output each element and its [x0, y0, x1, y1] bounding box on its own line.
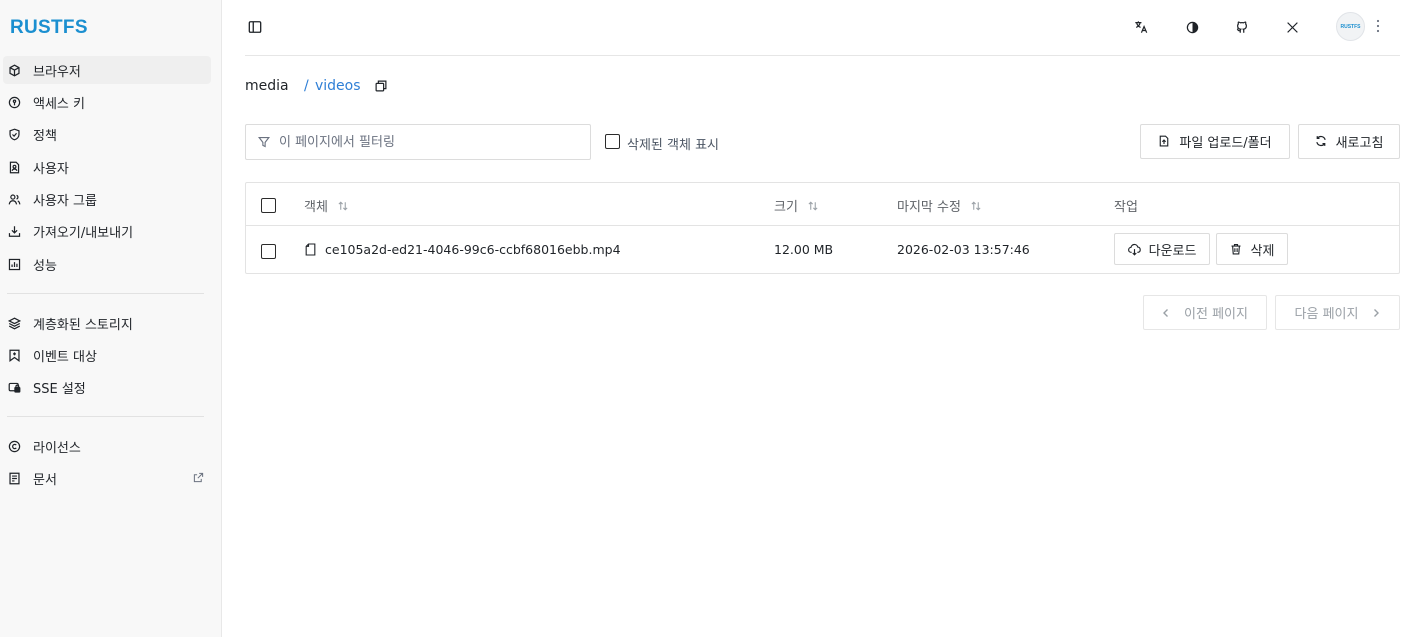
sidebar-item-label: 계층화된 스토리지	[33, 317, 133, 333]
filter-field[interactable]	[245, 124, 591, 160]
sidebar-item-label: 브라우저	[33, 64, 81, 80]
users-icon	[7, 192, 21, 206]
cube-icon	[7, 63, 21, 77]
breadcrumb-root[interactable]: media	[245, 78, 289, 94]
refresh-button[interactable]: 새로고침	[1298, 124, 1400, 159]
key-circle-icon	[7, 95, 21, 109]
download-button[interactable]: 다운로드	[1114, 233, 1210, 265]
row-checkbox[interactable]	[261, 244, 276, 259]
column-header-modified[interactable]: 마지막 수정	[897, 196, 982, 215]
sidebar-item-browser[interactable]: 브라우저	[3, 56, 211, 84]
sidebar-item-users[interactable]: 사용자	[3, 153, 211, 181]
header-divider	[245, 55, 1400, 56]
sort-icon[interactable]	[970, 200, 982, 212]
theme-toggle-icon[interactable]	[1182, 17, 1202, 37]
upload-label: 파일 업로드/폴더	[1179, 136, 1272, 151]
filter-icon	[258, 136, 271, 149]
sidebar-item-label: 문서	[33, 472, 57, 488]
external-link-icon	[193, 472, 205, 484]
upload-button[interactable]: 파일 업로드/폴더	[1140, 124, 1290, 159]
sidebar-item-import-export[interactable]: 가져오기/내보내기	[3, 217, 211, 245]
download-label: 다운로드	[1148, 243, 1197, 259]
shield-check-icon	[7, 127, 21, 141]
sort-icon[interactable]	[337, 200, 349, 212]
delete-button[interactable]: 삭제	[1216, 233, 1288, 265]
column-label: 작업	[1114, 200, 1138, 215]
column-header-action: 작업	[1114, 196, 1138, 215]
x-twitter-icon[interactable]	[1282, 17, 1302, 37]
show-deleted-label: 삭제된 객체 표시	[627, 138, 719, 153]
cloud-download-icon	[1127, 243, 1141, 256]
copyright-icon	[7, 439, 21, 453]
prev-page-label: 이전 페이지	[1184, 307, 1248, 322]
sidebar-divider	[7, 416, 204, 417]
sidebar-item-label: 정책	[33, 128, 57, 144]
filter-input[interactable]	[279, 134, 579, 150]
sidebar-item-tiered-storage[interactable]: 계층화된 스토리지	[3, 309, 211, 337]
sidebar-item-policies[interactable]: 정책	[3, 120, 211, 148]
sidebar-item-label: 액세스 키	[33, 96, 85, 112]
avatar[interactable]: RUSTFS	[1336, 12, 1365, 41]
breadcrumb-separator: /	[304, 78, 309, 94]
column-label: 크기	[774, 200, 798, 215]
sidebar: RUSTFS 브라우저 액세스 키 정책 사용자 사용자 그룹 가져오기/내보내	[0, 0, 222, 637]
file-upload-icon	[1158, 135, 1171, 148]
app-logo: RUSTFS	[10, 17, 88, 38]
trash-icon	[1230, 243, 1243, 256]
copy-path-icon[interactable]	[375, 80, 388, 93]
sidebar-item-label: 성능	[33, 258, 57, 274]
objects-table: 객체 크기 마지막 수정 작업 ce105a2d-ed21-4046-99c6-…	[245, 182, 1400, 274]
sidebar-item-label: 라이선스	[33, 440, 81, 456]
prev-page-button[interactable]: 이전 페이지	[1143, 295, 1267, 330]
sidebar-item-license[interactable]: 라이선스	[3, 432, 211, 460]
column-label: 마지막 수정	[897, 200, 961, 215]
github-icon[interactable]	[1232, 17, 1252, 37]
sidebar-toggle-icon[interactable]	[245, 17, 265, 37]
sidebar-item-label: 사용자 그룹	[33, 193, 97, 209]
sidebar-item-label: SSE 설정	[33, 381, 86, 397]
sidebar-item-label: 가져오기/내보내기	[33, 225, 134, 241]
bookmark-icon	[7, 348, 21, 362]
select-all-checkbox[interactable]	[261, 198, 276, 213]
sort-icon[interactable]	[807, 200, 819, 212]
chart-icon	[7, 257, 21, 271]
more-vertical-icon[interactable]	[1374, 18, 1382, 34]
chevron-left-icon	[1162, 308, 1170, 318]
lock-card-icon	[7, 380, 21, 394]
doc-icon	[7, 471, 21, 485]
sidebar-item-performance[interactable]: 성능	[3, 250, 211, 278]
user-file-icon	[7, 160, 21, 174]
next-page-button[interactable]: 다음 페이지	[1275, 295, 1400, 330]
file-icon	[305, 243, 316, 256]
download-tray-icon	[7, 224, 21, 238]
column-header-size[interactable]: 크기	[774, 196, 819, 215]
sidebar-item-label: 사용자	[33, 161, 69, 177]
sidebar-item-docs[interactable]: 문서	[3, 464, 211, 492]
object-name: ce105a2d-ed21-4046-99c6-ccbf68016ebb.mp4	[325, 242, 621, 257]
breadcrumb-current[interactable]: videos	[315, 78, 361, 94]
sidebar-item-label: 이벤트 대상	[33, 349, 97, 365]
delete-label: 삭제	[1250, 243, 1275, 259]
next-page-label: 다음 페이지	[1294, 307, 1359, 322]
sidebar-divider	[7, 293, 204, 294]
column-header-object[interactable]: 객체	[304, 196, 349, 215]
sidebar-item-event-targets[interactable]: 이벤트 대상	[3, 341, 211, 369]
object-size: 12.00 MB	[774, 242, 834, 257]
column-label: 객체	[304, 200, 328, 215]
show-deleted-checkbox[interactable]	[605, 134, 620, 149]
refresh-label: 새로고침	[1335, 136, 1384, 151]
layers-icon	[7, 316, 21, 330]
sidebar-item-user-groups[interactable]: 사용자 그룹	[3, 185, 211, 213]
object-name-cell[interactable]: ce105a2d-ed21-4046-99c6-ccbf68016ebb.mp4	[305, 242, 621, 257]
sidebar-item-sse-settings[interactable]: SSE 설정	[3, 373, 211, 401]
table-header: 객체 크기 마지막 수정 작업	[246, 183, 1399, 226]
refresh-icon	[1315, 135, 1328, 148]
sidebar-item-access-keys[interactable]: 액세스 키	[3, 88, 211, 116]
object-modified: 2026-02-03 13:57:46	[897, 242, 1030, 257]
translate-icon[interactable]	[1131, 17, 1151, 37]
chevron-right-icon	[1372, 308, 1380, 318]
